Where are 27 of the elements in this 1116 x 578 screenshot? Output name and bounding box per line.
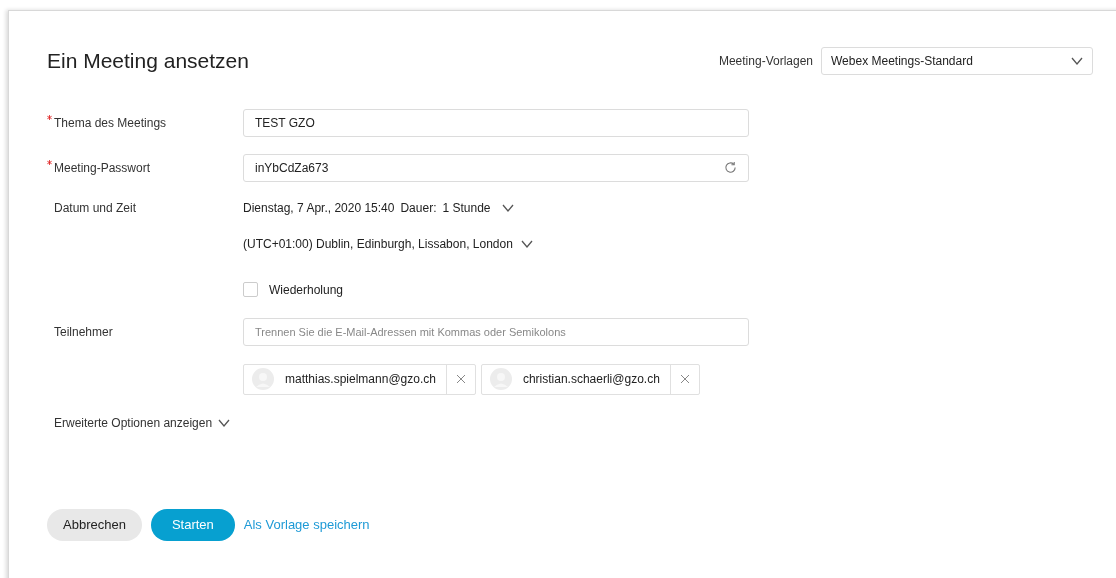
password-input[interactable]: inYbCdZa673 — [243, 153, 749, 182]
chevron-down-icon — [501, 203, 514, 212]
attendee-email: matthias.spielmann@gzo.ch — [285, 371, 436, 388]
refresh-icon[interactable] — [724, 161, 737, 174]
timezone[interactable]: (UTC+01:00) Dublin, Edinburgh, Lissabon, London — [243, 234, 513, 253]
close-icon — [679, 374, 690, 384]
template-select[interactable]: Webex Meetings-Standard — [821, 46, 1093, 75]
field-label: Meeting-Passwort — [54, 159, 151, 177]
advanced-options-toggle[interactable]: Erweiterte Optionen anzeigen — [54, 413, 231, 432]
chevron-down-icon — [520, 239, 533, 248]
attendee-email: christian.schaerli@gzo.ch — [522, 371, 660, 388]
duration-value[interactable]: 1 Stunde — [442, 198, 491, 217]
attendees-input[interactable]: Trennen Sie die E-Mail-Adressen mit Kommas oder Semikolons — [243, 317, 749, 346]
date-time[interactable]: Dienstag, 7 Apr., 2020 15:40 — [243, 198, 395, 217]
dialog-title: Ein Meeting ansetzen — [47, 48, 249, 74]
close-icon — [455, 374, 466, 384]
recurrence-label: Wiederholung — [269, 281, 344, 299]
duration-label: Dauer: — [400, 199, 437, 217]
chevron-down-icon — [218, 418, 231, 427]
template-label: Meeting-Vorlagen — [718, 52, 813, 70]
recurrence-checkbox[interactable] — [243, 282, 258, 297]
field-label: Teilnehmer — [54, 323, 113, 341]
field-label: Thema des Meetings — [54, 114, 167, 132]
chevron-down-icon — [1071, 56, 1083, 65]
field-label: Datum und Zeit — [54, 199, 137, 217]
topic-input[interactable]: TEST GZO — [243, 108, 749, 137]
cancel-button[interactable]: Abbrechen — [47, 508, 142, 541]
